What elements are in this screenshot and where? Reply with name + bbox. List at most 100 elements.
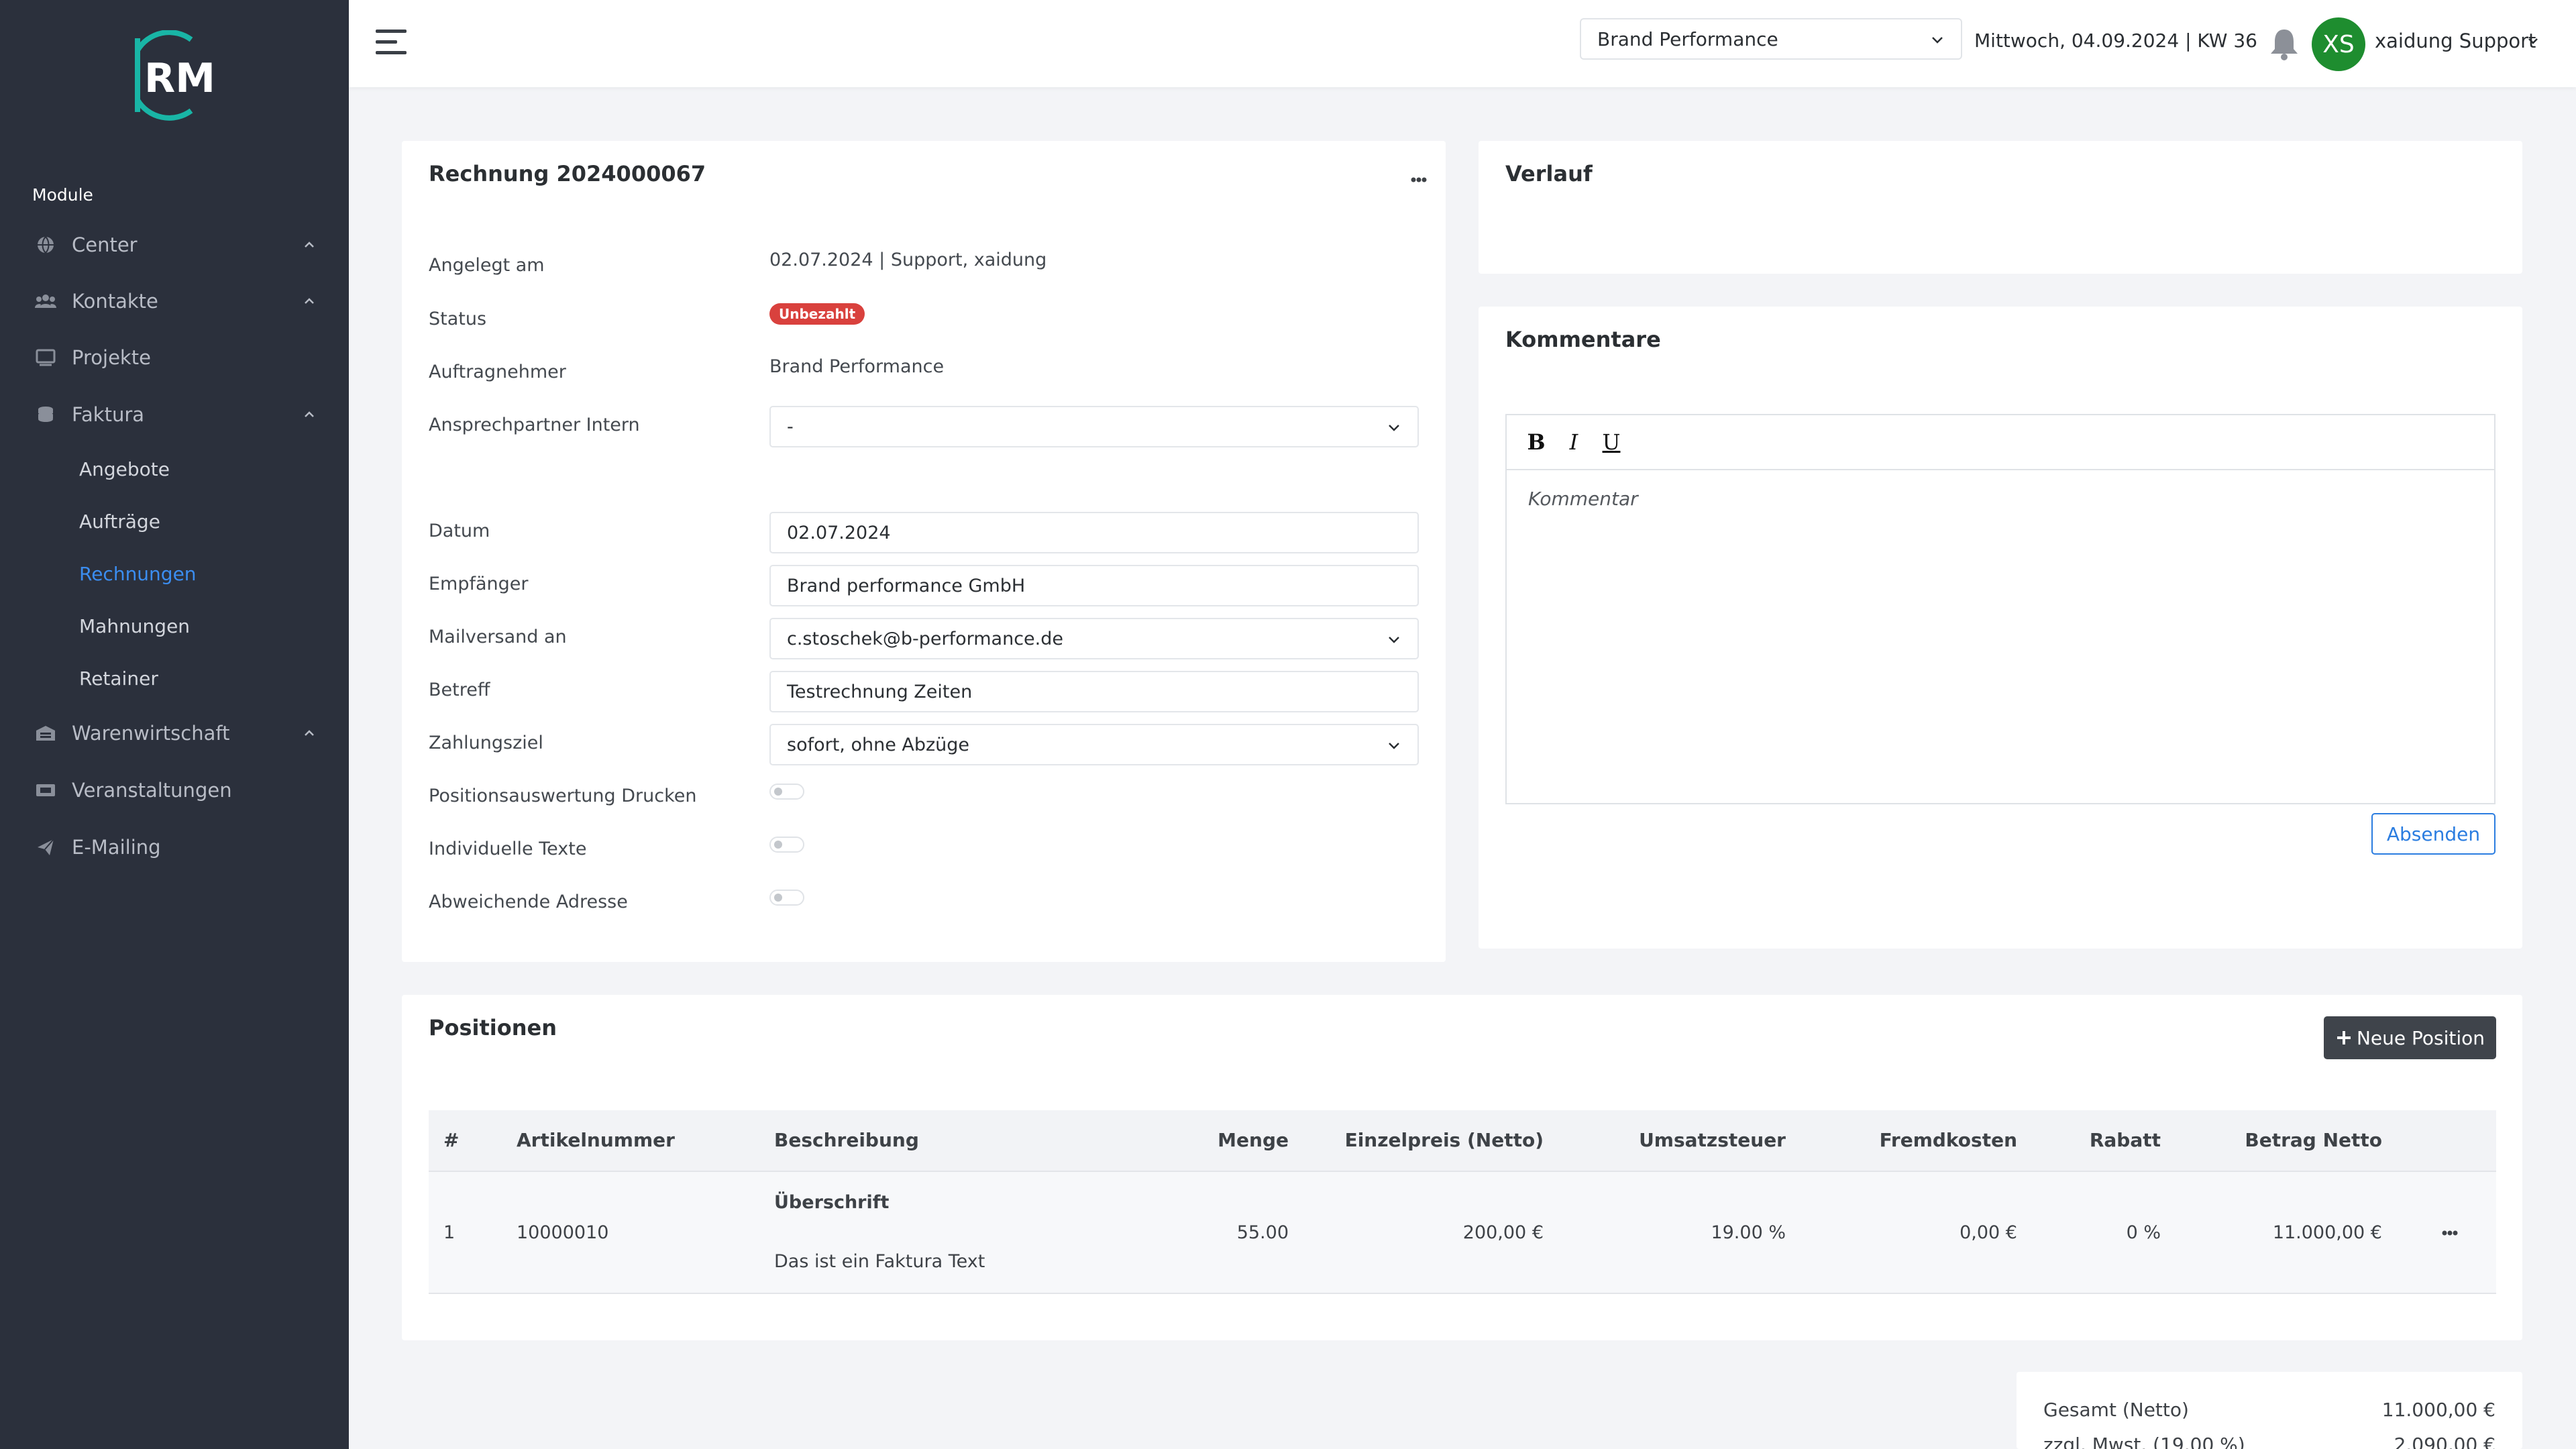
sidebar-subitem-mahnungen[interactable]: Mahnungen	[0, 606, 349, 645]
sidebar-item-faktura[interactable]: Faktura	[0, 394, 349, 435]
column-header: Menge	[1218, 1129, 1289, 1151]
sidebar-subitem-label: Aufträge	[79, 510, 160, 533]
user-menu[interactable]: xaidung Support	[2375, 30, 2536, 52]
brand-select[interactable]: Brand Performance	[1580, 18, 1962, 60]
empfaenger-value: Brand performance GmbH	[787, 575, 1026, 596]
bold-button[interactable]: B	[1523, 429, 1550, 455]
verlauf-title: Verlauf	[1505, 161, 1593, 186]
bell-icon[interactable]	[2267, 27, 2301, 62]
abweichende-adresse-toggle[interactable]	[769, 890, 804, 906]
row-rabatt: 0 %	[2126, 1222, 2161, 1243]
auftragnehmer-label: Auftragnehmer	[429, 362, 566, 382]
sidebar-subitem-label: Retainer	[79, 667, 158, 690]
sidebar-subitem-retainer[interactable]: Retainer	[0, 659, 349, 698]
sidebar-item-warenwirtschaft[interactable]: Warenwirtschaft	[0, 712, 349, 754]
comment-editor[interactable]: B I U Kommentar	[1505, 414, 2496, 804]
sidebar-item-center[interactable]: Center	[0, 224, 349, 266]
mailversand-label: Mailversand an	[429, 627, 567, 647]
sidebar-item-kontakte[interactable]: Kontakte	[0, 280, 349, 322]
gesamt-value: 11.000,00 €	[2381, 1399, 2496, 1421]
status-badge: Unbezahlt	[769, 303, 865, 325]
positionsauswertung-toggle[interactable]	[769, 784, 804, 800]
betreff-field[interactable]: Testrechnung Zeiten	[769, 671, 1419, 712]
positionen-title: Positionen	[429, 1015, 557, 1040]
sidebar: RM Module Center Kontakte Projekte Faktu…	[0, 0, 349, 1449]
gesamt-label: Gesamt (Netto)	[2043, 1399, 2189, 1421]
editor-toolbar: B I U	[1507, 415, 2494, 470]
abweichende-adresse-label: Abweichende Adresse	[429, 892, 628, 912]
sidebar-subitem-auftraege[interactable]: Aufträge	[0, 502, 349, 541]
plus-icon	[2337, 1031, 2351, 1044]
row-menge: 55.00	[1236, 1222, 1289, 1243]
sidebar-subitem-rechnungen[interactable]: Rechnungen	[0, 554, 349, 593]
column-header: Umsatzsteuer	[1639, 1129, 1786, 1151]
warehouse-icon	[35, 722, 56, 744]
chevron-up-icon	[305, 241, 314, 248]
invoice-title: Rechnung 2024000067	[429, 161, 706, 186]
positionsauswertung-label: Positionsauswertung Drucken	[429, 786, 697, 806]
column-header: Fremdkosten	[1879, 1129, 2017, 1151]
empfaenger-label: Empfänger	[429, 574, 529, 594]
sidebar-subitem-angebote[interactable]: Angebote	[0, 449, 349, 488]
module-section-label: Module	[32, 185, 93, 205]
avatar[interactable]: XS	[2312, 17, 2365, 71]
more-options-icon[interactable]	[1405, 173, 1432, 186]
row-betrag: 11.000,00 €	[2272, 1222, 2382, 1243]
ansprechpartner-select[interactable]: -	[769, 406, 1419, 447]
send-comment-button[interactable]: Absenden	[2371, 813, 2496, 855]
sidebar-item-e-mailing[interactable]: E-Mailing	[0, 826, 349, 868]
mailversand-select[interactable]: c.stoschek@b-performance.de	[769, 618, 1419, 659]
column-header: Rabatt	[2089, 1129, 2161, 1151]
chevron-up-icon	[305, 298, 314, 304]
individuelle-texte-label: Individuelle Texte	[429, 839, 587, 859]
table-row[interactable]: 1 10000010 Überschrift Das ist ein Faktu…	[429, 1172, 2496, 1294]
chevron-down-icon	[1389, 637, 1399, 643]
sidebar-item-label: Warenwirtschaft	[72, 722, 230, 745]
chevron-down-icon	[1389, 425, 1399, 431]
current-date: Mittwoch, 04.09.2024 | KW 36	[1974, 30, 2257, 52]
sidebar-item-label: Center	[72, 233, 138, 256]
individuelle-texte-toggle[interactable]	[769, 837, 804, 853]
svg-text:RM: RM	[144, 55, 215, 102]
sidebar-item-projekte[interactable]: Projekte	[0, 337, 349, 378]
zahlungsziel-select[interactable]: sofort, ohne Abzüge	[769, 724, 1419, 765]
row-einzelpreis: 200,00 €	[1462, 1222, 1544, 1243]
coins-icon	[35, 404, 56, 425]
sidebar-subitem-label: Rechnungen	[79, 562, 197, 585]
chevron-up-icon	[305, 730, 314, 736]
table-header: # Artikelnummer Beschreibung Menge Einze…	[429, 1110, 2496, 1172]
underline-button[interactable]: U	[1598, 429, 1625, 455]
new-position-button[interactable]: Neue Position	[2324, 1016, 2496, 1059]
paper-plane-icon	[35, 837, 56, 858]
monitor-icon	[35, 347, 56, 368]
chevron-down-icon[interactable]	[2526, 34, 2540, 48]
sidebar-subitem-label: Mahnungen	[79, 614, 191, 637]
row-heading: Überschrift	[774, 1192, 890, 1213]
row-number: 1	[443, 1222, 455, 1243]
row-options-icon[interactable]	[2436, 1226, 2463, 1240]
kommentare-card: Kommentare B I U Kommentar Absenden	[1479, 307, 2522, 949]
new-position-label: Neue Position	[2356, 1026, 2485, 1049]
menu-toggle-icon[interactable]	[374, 27, 408, 58]
betreff-value: Testrechnung Zeiten	[787, 681, 973, 702]
comment-placeholder[interactable]: Kommentar	[1528, 488, 1638, 510]
zahlungsziel-value: sofort, ohne Abzüge	[787, 734, 970, 755]
topbar: Brand Performance Mittwoch, 04.09.2024 |…	[349, 0, 2576, 87]
users-icon	[35, 290, 56, 312]
verlauf-card: Verlauf	[1479, 141, 2522, 274]
invoice-card: Rechnung 2024000067 Angelegt am 02.07.20…	[402, 141, 1446, 962]
chevron-down-icon	[1932, 37, 1943, 44]
kommentare-title: Kommentare	[1505, 327, 1661, 352]
mwst-value: 2.090,00 €	[2394, 1434, 2496, 1449]
chevron-down-icon	[1389, 743, 1399, 749]
italic-button[interactable]: I	[1560, 429, 1587, 455]
sidebar-item-veranstaltungen[interactable]: Veranstaltungen	[0, 769, 349, 811]
datum-field[interactable]: 02.07.2024	[769, 512, 1419, 553]
sidebar-item-label: Kontakte	[72, 290, 158, 313]
mwst-label: zzgl. Mwst. (19.00 %)	[2043, 1434, 2245, 1449]
empfaenger-field[interactable]: Brand performance GmbH	[769, 565, 1419, 606]
ansprechpartner-label: Ansprechpartner Intern	[429, 415, 640, 435]
positionen-card: Positionen Neue Position # Artikelnummer…	[402, 995, 2522, 1340]
crm-logo[interactable]: RM	[124, 30, 225, 121]
sidebar-item-label: Veranstaltungen	[72, 779, 232, 802]
